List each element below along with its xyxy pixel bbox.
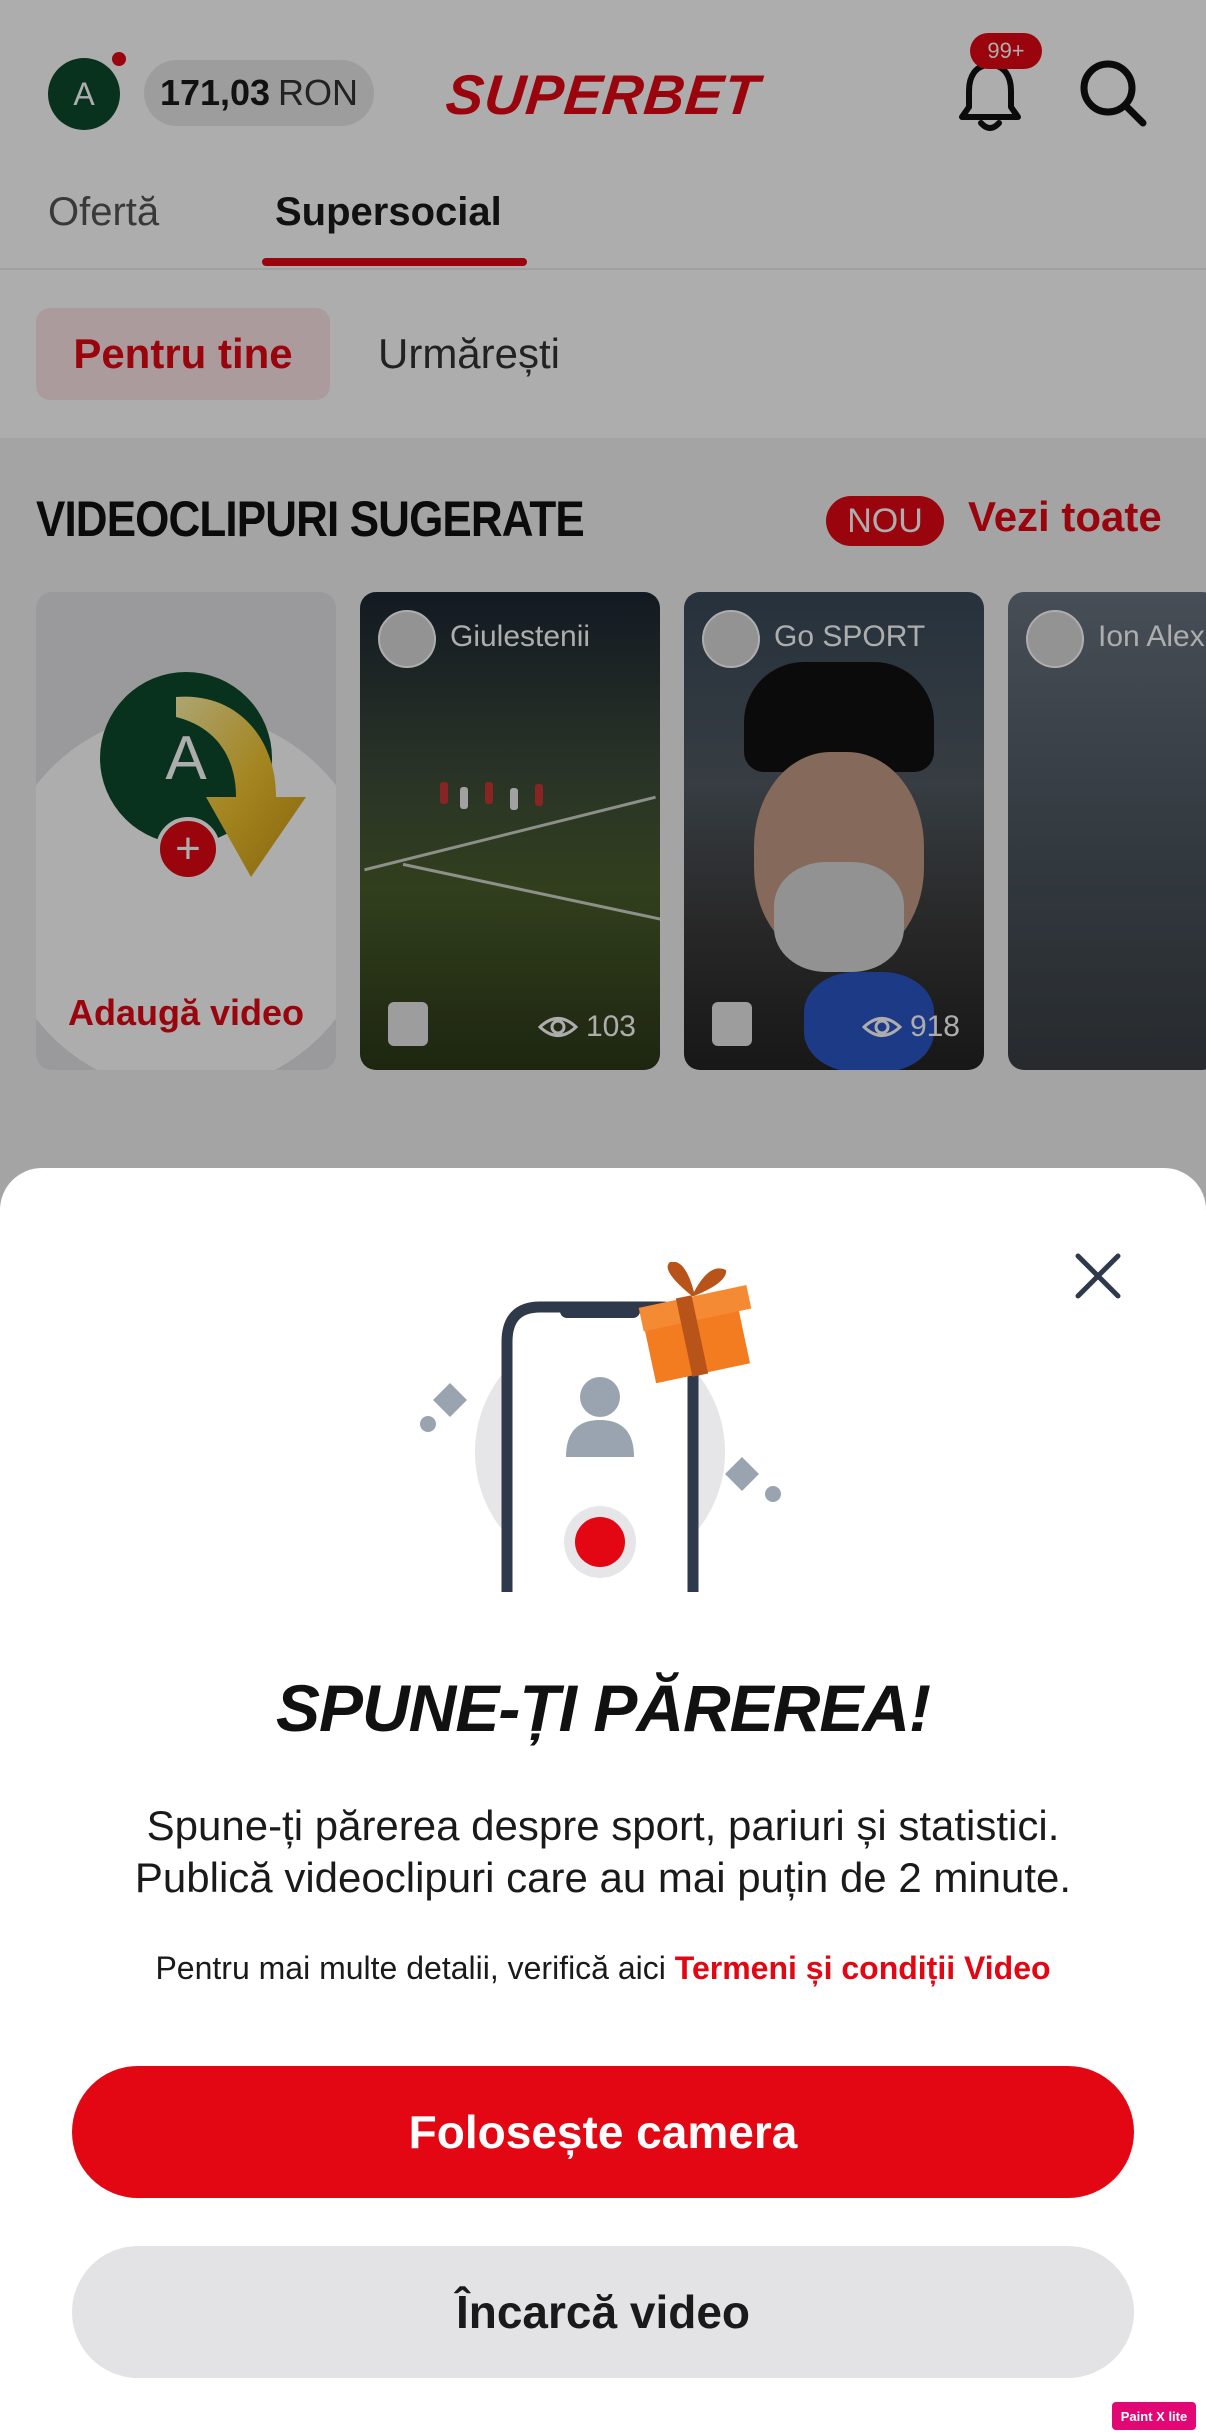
watermark-label: Paint X lite [1112, 2402, 1196, 2430]
sheet-description: Spune-ți părerea despre sport, pariuri ș… [60, 1800, 1146, 1904]
supersocial-page: A 171,03 RON SUPERBET 99+ Ofertă Superso… [0, 0, 1206, 2435]
sheet-title: SPUNE-ȚI PĂREREA! [275, 1671, 931, 1745]
description-line: Spune-ți părerea despre sport, pariuri ș… [146, 1802, 1060, 1849]
upload-video-button[interactable]: Încarcă video [72, 2246, 1134, 2378]
use-camera-button[interactable]: Folosește camera [72, 2066, 1134, 2198]
close-icon[interactable] [1070, 1248, 1126, 1304]
description-line: Publică videoclipuri care au mai puțin d… [134, 1854, 1072, 1901]
terms-text: Pentru mai multe detalii, verifică aici … [0, 1950, 1206, 1987]
terms-prefix: Pentru mai multe detalii, verifică aici [155, 1950, 666, 1986]
gift-icon [638, 1262, 752, 1384]
phone-gift-illustration [420, 1262, 781, 1592]
terms-link[interactable]: Termeni și condiții Video [675, 1950, 1051, 1986]
